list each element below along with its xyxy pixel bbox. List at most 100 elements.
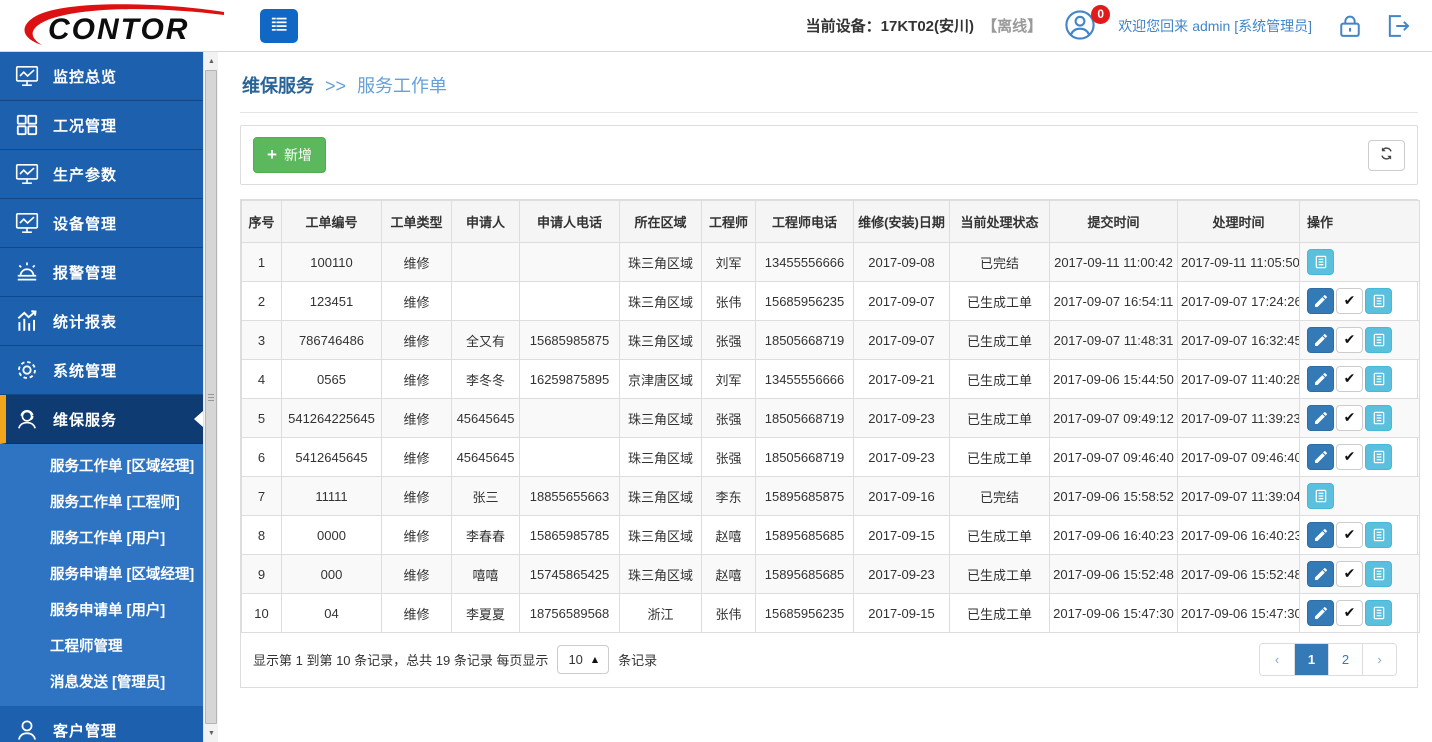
confirm-button[interactable]: ✔ [1336,366,1363,392]
page-button-1[interactable]: 1 [1294,644,1328,675]
sidebar-item-4[interactable]: 设备管理 [0,199,203,248]
row-actions: ✔ [1300,360,1420,399]
sidebar-subitem-3[interactable]: 服务工作单 [用户] [0,521,203,557]
table-cell: 18855655663 [520,477,620,516]
edit-button[interactable] [1307,600,1334,626]
sidebar-item-6[interactable]: 统计报表 [0,297,203,346]
sidebar-item-9[interactable]: 客户管理 [0,706,203,742]
sidebar-item-5[interactable]: 报警管理 [0,248,203,297]
sidebar-item-label: 工况管理 [53,115,117,136]
table-cell: 2017-09-07 09:49:12 [1050,399,1178,438]
person-icon [14,717,40,742]
edit-button[interactable] [1307,444,1334,470]
device-name: 17KT02(安川) [881,18,974,35]
edit-button[interactable] [1307,366,1334,392]
column-header-1: 序号 [242,201,282,243]
welcome-message[interactable]: 欢迎您回来admin [系统管理员] [1118,16,1316,36]
scrollbar-thumb[interactable] [205,70,217,724]
pagination-bar: 显示第 1 到第 10 条记录，总共 19 条记录 每页显示 10 ▲ 条记录 … [241,633,1417,687]
breadcrumb-section[interactable]: 维保服务 [242,76,314,96]
edit-button[interactable] [1307,522,1334,548]
table-cell: 15895685685 [756,555,854,594]
scroll-up-arrow-icon[interactable]: ▲ [204,53,219,69]
next-page-button[interactable]: › [1362,644,1396,675]
column-header-3: 工单类型 [382,201,452,243]
detail-icon [1371,527,1387,543]
detail-button[interactable] [1307,249,1334,275]
edit-button[interactable] [1307,288,1334,314]
table-row-5: 5541264225645维修45645645珠三角区域张强1850566871… [242,399,1420,438]
edit-icon [1313,449,1329,465]
detail-button[interactable] [1307,483,1334,509]
sidebar-subitem-6[interactable]: 工程师管理 [0,629,203,665]
table-cell: 2017-09-21 [854,360,950,399]
scroll-down-arrow-icon[interactable]: ▼ [204,725,219,741]
sidebar-item-7[interactable]: 系统管理 [0,346,203,395]
page-button-2[interactable]: 2 [1328,644,1362,675]
detail-button[interactable] [1365,366,1392,392]
add-button[interactable]: + 新增 [253,137,326,173]
table-cell: 5 [242,399,282,438]
confirm-button[interactable]: ✔ [1336,600,1363,626]
table-cell: 8 [242,516,282,555]
current-user: admin [系统管理员] [1192,18,1312,34]
sidebar-scrollbar[interactable]: ▲ ▼ [203,52,218,742]
sidebar-item-3[interactable]: 生产参数 [0,150,203,199]
sidebar-item-8[interactable]: 维保服务 [0,395,203,444]
sidebar-item-2[interactable]: 工况管理 [0,101,203,150]
edit-button[interactable] [1307,327,1334,353]
confirm-button[interactable]: ✔ [1336,327,1363,353]
table-cell: 541264225645 [282,399,382,438]
table-cell: 珠三角区域 [620,438,702,477]
detail-button[interactable] [1365,327,1392,353]
logo-text: CONTOR [48,13,189,46]
page-size-select[interactable]: 10 ▲ [557,645,609,674]
sidebar-item-1[interactable]: 监控总览 [0,52,203,101]
logout-button[interactable] [1384,12,1412,40]
detail-button[interactable] [1365,405,1392,431]
lock-screen-button[interactable] [1336,12,1364,40]
table-cell: 2017-09-15 [854,594,950,633]
app-logo: CONTOR [10,4,246,48]
edit-button[interactable] [1307,405,1334,431]
confirm-button[interactable]: ✔ [1336,405,1363,431]
detail-icon [1371,566,1387,582]
confirm-button[interactable]: ✔ [1336,522,1363,548]
sidebar-toggle-button[interactable] [260,9,298,43]
table-row-10: 1004维修李夏夏18756589568浙江张伟156859562352017-… [242,594,1420,633]
table-cell: 18505668719 [756,399,854,438]
table-cell: 维修 [382,243,452,282]
refresh-button[interactable] [1368,140,1405,171]
sidebar-subitem-2[interactable]: 服务工作单 [工程师] [0,485,203,521]
confirm-button[interactable]: ✔ [1336,561,1363,587]
sidebar-subitem-7[interactable]: 消息发送 [管理员] [0,665,203,701]
table-cell: 123451 [282,282,382,321]
edit-icon [1313,293,1329,309]
prev-page-button[interactable]: ‹ [1260,644,1294,675]
notifications-button[interactable]: 0 [1062,8,1098,44]
sidebar-subitem-1[interactable]: 服务工作单 [区域经理] [0,449,203,485]
table-cell: 2017-09-07 16:54:11 [1050,282,1178,321]
detail-button[interactable] [1365,522,1392,548]
detail-button[interactable] [1365,288,1392,314]
detail-button[interactable] [1365,444,1392,470]
table-cell: 李东 [702,477,756,516]
table-cell: 2017-09-07 09:46:40 [1050,438,1178,477]
sidebar-subitem-4[interactable]: 服务申请单 [区域经理] [0,557,203,593]
edit-icon [1313,410,1329,426]
confirm-button[interactable]: ✔ [1336,444,1363,470]
table-cell: 15745865425 [520,555,620,594]
monitor-chart-icon [14,161,40,187]
table-cell: 2017-09-07 11:48:31 [1050,321,1178,360]
confirm-button[interactable]: ✔ [1336,288,1363,314]
check-icon: ✔ [1344,566,1356,582]
pagination-summary-suffix: 条记录 [618,650,657,669]
detail-button[interactable] [1365,600,1392,626]
pagination-summary: 显示第 1 到第 10 条记录，总共 19 条记录 每页显示 [253,650,548,669]
active-item-arrow-icon [194,411,203,427]
pagination: ‹12› [1259,643,1397,676]
detail-button[interactable] [1365,561,1392,587]
sidebar-subitem-5[interactable]: 服务申请单 [用户] [0,593,203,629]
row-actions: ✔ [1300,438,1420,477]
edit-button[interactable] [1307,561,1334,587]
